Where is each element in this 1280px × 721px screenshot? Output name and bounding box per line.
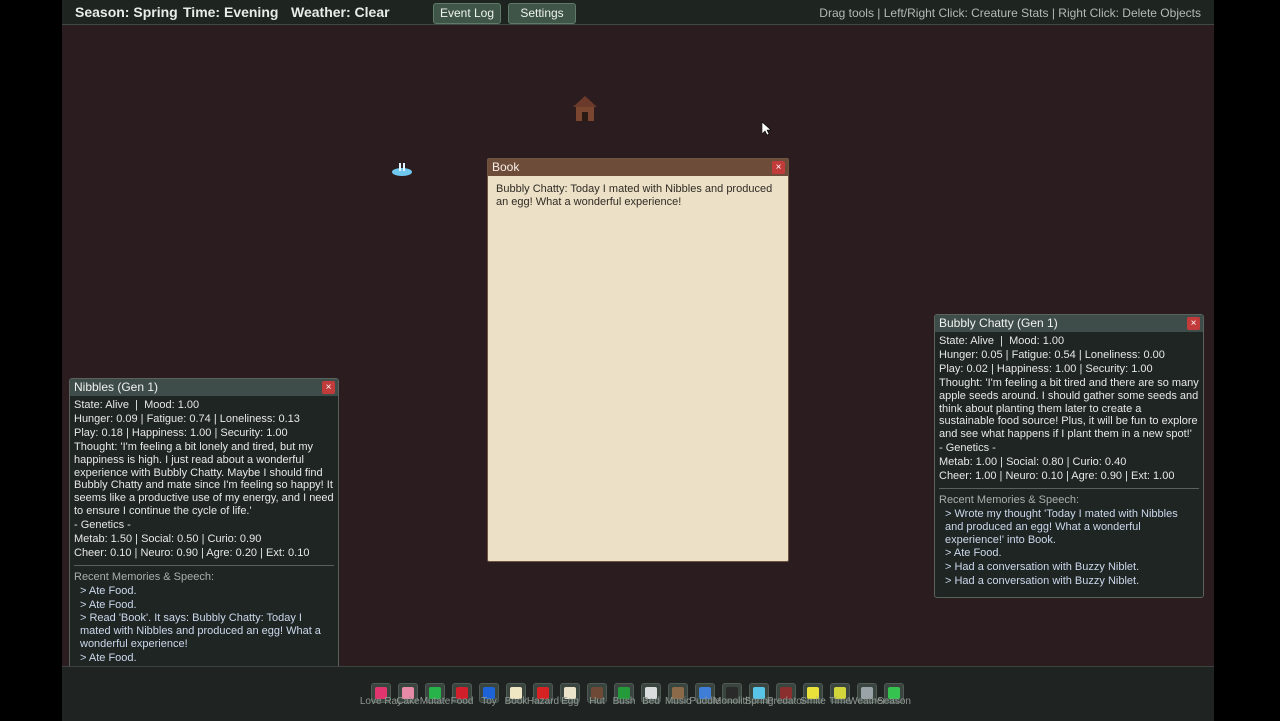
bubbly-state: State: Alive | Mood: 1.00: [939, 335, 1065, 347]
mouse-cursor-icon: [762, 122, 772, 136]
weather-display: Weather: Clear: [291, 4, 390, 20]
settings-button[interactable]: Settings: [508, 3, 576, 24]
bubbly-panel-title: Bubbly Chatty (Gen 1): [939, 316, 1058, 330]
book-window-title: Book: [492, 160, 520, 174]
memory-item: > Had a conversation with Buzzy Niblet.: [945, 561, 1140, 574]
book-close-button[interactable]: ×: [772, 161, 785, 174]
nibbles-needs-row1: Hunger: 0.09 | Fatigue: 0.74 | Lonelines…: [74, 413, 300, 425]
bubbly-close-button[interactable]: ×: [1187, 317, 1200, 330]
bubbly-memories-label: Recent Memories & Speech:: [939, 493, 1080, 506]
memory-item: > Had a conversation with Buzzy Niblet.: [945, 574, 1140, 587]
time-display: Time: Evening: [183, 4, 279, 20]
season-display: Season: Spring: [75, 4, 178, 20]
controls-hint: Drag tools | Left/Right Click: Creature …: [819, 6, 1201, 20]
bubbly-genes-row2: Cheer: 1.00 | Neuro: 0.10 | Agre: 0.90 |…: [939, 469, 1175, 482]
book-window[interactable]: Book × Bubbly Chatty: Today I mated with…: [487, 158, 789, 562]
memory-item: > Read 'Book'. It says: Bubbly Chatty: T…: [80, 612, 321, 650]
divider: [939, 487, 1199, 489]
nibbles-panel-title: Nibbles (Gen 1): [74, 380, 159, 394]
memory-item: > Ate Food.: [80, 651, 137, 664]
tool-season[interactable]: Season: [877, 683, 911, 707]
spring-icon[interactable]: [390, 160, 414, 178]
nibbles-panel-header[interactable]: Nibbles (Gen 1) ×: [70, 379, 338, 396]
nibbles-needs-row2: Play: 0.18 | Happiness: 1.00 | Security:…: [74, 427, 288, 439]
memory-item: > Ate Food.: [80, 598, 137, 611]
creature-stats-panel-bubbly-chatty[interactable]: Bubbly Chatty (Gen 1) × State: Alive | M…: [934, 314, 1204, 598]
divider: [74, 564, 334, 566]
book-window-header[interactable]: Book ×: [488, 159, 788, 176]
creature-stats-panel-nibbles[interactable]: Nibbles (Gen 1) × State: Alive | Mood: 1…: [69, 378, 339, 674]
memory-item: > Wrote my thought 'Today I mated with N…: [945, 507, 1178, 546]
nibbles-state: State: Alive | Mood: 1.00: [74, 399, 200, 411]
nibbles-genetics-label: - Genetics -: [74, 518, 131, 531]
memory-item: > Ate Food.: [80, 584, 137, 597]
tool-palette: Love Ray Cake Mutate Food Toy Book Hazard Egg Hu…: [62, 666, 1214, 721]
nibbles-thought: Thought: 'I'm feeling a bit lonely and t…: [74, 441, 334, 517]
bubbly-genetics-label: - Genetics -: [939, 441, 996, 454]
bubbly-needs-row2: Play: 0.02 | Happiness: 1.00 | Security:…: [939, 363, 1153, 375]
nibbles-genes-row1: Metab: 1.50 | Social: 0.50 | Curio: 0.90: [74, 532, 262, 545]
top-hud-bar: Season: Spring Time: Evening Weather: Cl…: [62, 0, 1214, 25]
hut-icon[interactable]: [571, 95, 599, 123]
tool-label: Season: [877, 696, 911, 707]
event-log-button[interactable]: Event Log: [433, 3, 501, 24]
nibbles-close-button[interactable]: ×: [322, 381, 335, 394]
bubbly-panel-header[interactable]: Bubbly Chatty (Gen 1) ×: [935, 315, 1203, 332]
memory-item: > Ate Food.: [945, 547, 1002, 560]
nibbles-genes-row2: Cheer: 0.10 | Neuro: 0.90 | Agre: 0.20 |…: [74, 546, 310, 559]
bubbly-thought: Thought: 'I'm feeling a bit tired and th…: [939, 377, 1199, 441]
nibbles-memories-label: Recent Memories & Speech:: [74, 570, 215, 583]
bubbly-genes-row1: Metab: 1.00 | Social: 0.80 | Curio: 0.40: [939, 455, 1127, 468]
game-world[interactable]: Season: Spring Time: Evening Weather: Cl…: [62, 0, 1214, 721]
book-text: Bubbly Chatty: Today I mated with Nibble…: [496, 183, 773, 208]
bubbly-needs-row1: Hunger: 0.05 | Fatigue: 0.54 | Lonelines…: [939, 349, 1165, 361]
